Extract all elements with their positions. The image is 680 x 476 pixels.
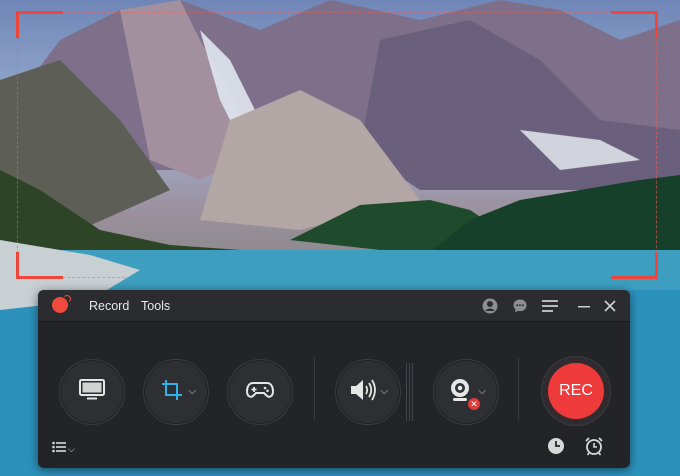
- title-bar[interactable]: Record Tools: [38, 290, 630, 322]
- region-select-button[interactable]: ⌵: [143, 359, 209, 425]
- chat-icon[interactable]: [509, 295, 531, 317]
- region-handle-bottom-left[interactable]: [16, 252, 63, 279]
- menu-tools[interactable]: Tools: [141, 299, 170, 313]
- chevron-down-icon[interactable]: ⌵: [478, 386, 486, 397]
- webcam-button[interactable]: ✕ ⌵: [433, 359, 499, 425]
- audio-level-meter: [406, 363, 415, 421]
- record-button[interactable]: REC: [548, 363, 604, 419]
- toolbar-divider: [518, 358, 519, 420]
- toolbar-divider: [314, 358, 315, 420]
- chevron-down-icon[interactable]: ⌵: [380, 386, 388, 397]
- chevron-down-icon: ⌵: [68, 443, 75, 454]
- history-button[interactable]: [547, 437, 565, 460]
- system-audio-button[interactable]: ⌵: [335, 359, 401, 425]
- webcam-icon: ✕: [448, 377, 480, 410]
- monitor-icon: [79, 378, 105, 407]
- disabled-badge-icon: ✕: [468, 397, 480, 410]
- alarm-clock-icon: [584, 436, 604, 461]
- gamepad-icon: [245, 381, 275, 404]
- schedule-button[interactable]: [584, 436, 604, 461]
- clock-icon: [547, 437, 565, 460]
- full-screen-button[interactable]: [59, 359, 125, 425]
- game-recorder-button[interactable]: [227, 359, 293, 425]
- minimize-icon[interactable]: [573, 295, 595, 317]
- account-icon[interactable]: [479, 295, 501, 317]
- recording-list-button[interactable]: ⌵: [52, 440, 75, 458]
- close-icon[interactable]: [599, 295, 621, 317]
- crop-icon: [161, 379, 183, 406]
- menu-record[interactable]: Record: [89, 299, 129, 313]
- region-handle-top-left[interactable]: [16, 11, 63, 38]
- list-icon: [52, 440, 66, 458]
- capture-region[interactable]: [16, 11, 658, 279]
- region-handle-top-right[interactable]: [611, 11, 658, 38]
- hamburger-menu-icon[interactable]: [539, 295, 561, 317]
- capture-region-border: [17, 12, 657, 278]
- record-button-ring: REC: [541, 356, 611, 426]
- app-logo-icon: [52, 295, 71, 313]
- region-handle-bottom-right[interactable]: [611, 252, 658, 279]
- chevron-down-icon[interactable]: ⌵: [188, 386, 196, 397]
- recorder-panel: Record Tools ⌵ ⌵ ✕ ⌵ REC ⌵: [38, 290, 630, 468]
- speaker-icon: [349, 378, 379, 407]
